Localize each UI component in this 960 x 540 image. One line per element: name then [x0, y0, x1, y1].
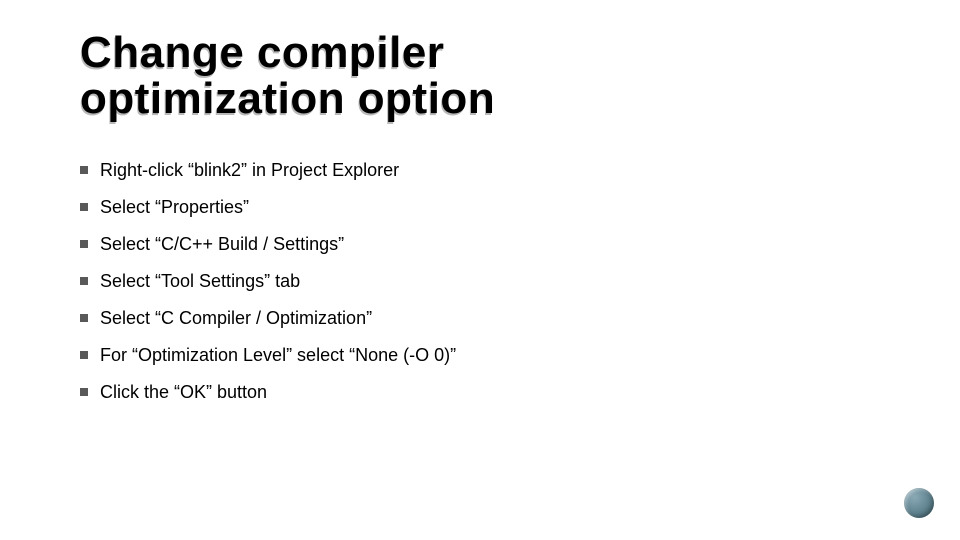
bullet-text: Select “C/C++ Build / Settings”: [100, 234, 860, 255]
bullet-text: For “Optimization Level” select “None (-…: [100, 345, 860, 366]
list-item: Select “Tool Settings” tab: [80, 271, 860, 292]
bullet-list: Right-click “blink2” in Project Explorer…: [80, 160, 860, 419]
bullet-marker-icon: [80, 166, 88, 174]
title-front: Change compiler optimization option: [80, 28, 495, 123]
list-item: Select “C/C++ Build / Settings”: [80, 234, 860, 255]
list-item: Right-click “blink2” in Project Explorer: [80, 160, 860, 181]
bullet-marker-icon: [80, 351, 88, 359]
bullet-text: Select “Properties”: [100, 197, 860, 218]
decorative-sphere-icon: [904, 488, 934, 518]
list-item: Select “Properties”: [80, 197, 860, 218]
slide-title: Change compiler optimization option Chan…: [80, 30, 495, 122]
bullet-marker-icon: [80, 314, 88, 322]
list-item: For “Optimization Level” select “None (-…: [80, 345, 860, 366]
bullet-marker-icon: [80, 388, 88, 396]
bullet-text: Right-click “blink2” in Project Explorer: [100, 160, 860, 181]
bullet-marker-icon: [80, 240, 88, 248]
bullet-marker-icon: [80, 203, 88, 211]
list-item: Click the “OK” button: [80, 382, 860, 403]
list-item: Select “C Compiler / Optimization”: [80, 308, 860, 329]
bullet-text: Select “Tool Settings” tab: [100, 271, 860, 292]
bullet-marker-icon: [80, 277, 88, 285]
bullet-text: Click the “OK” button: [100, 382, 860, 403]
slide: Change compiler optimization option Chan…: [0, 0, 960, 540]
bullet-text: Select “C Compiler / Optimization”: [100, 308, 860, 329]
